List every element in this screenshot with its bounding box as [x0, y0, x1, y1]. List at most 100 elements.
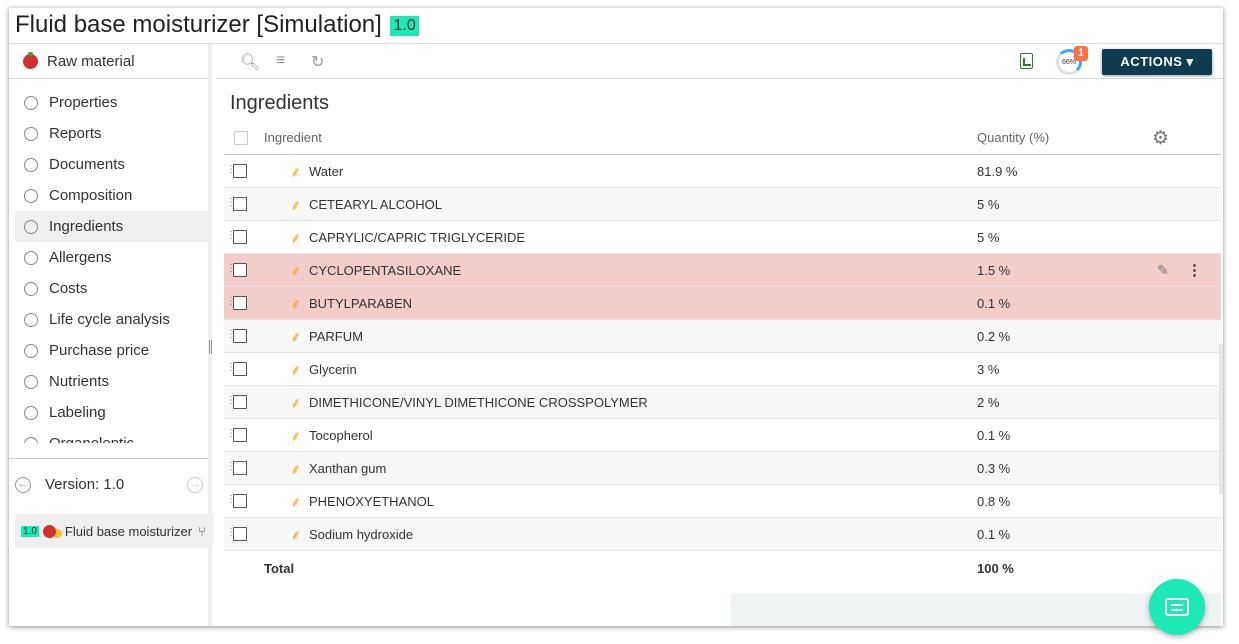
sidebar-item-properties[interactable]: Properties — [15, 87, 210, 118]
background-decoration — [731, 593, 1221, 626]
table-row[interactable]: ⋮ ⸙ Water 81.9 % — [224, 155, 1221, 188]
radio-icon — [24, 126, 38, 141]
refresh-icon[interactable]: ↻ — [311, 52, 324, 72]
table-row[interactable]: ⋮ ⸙ DIMETHICONE/VINYL DIMETHICONE CROSSPOL… — [224, 386, 1221, 419]
ingredient-name: Water — [309, 164, 344, 179]
notification-badge: 1 — [1074, 46, 1088, 61]
version-label: Version: 1.0 — [45, 476, 125, 493]
ingredient-icon: ⸙ — [290, 395, 302, 412]
ingredient-name: CYCLOPENTASILOXANE — [309, 263, 462, 278]
sidebar-resize-handle[interactable] — [209, 340, 212, 354]
sidebar-item-label: Documents — [49, 156, 125, 173]
chat-button[interactable] — [1149, 579, 1205, 635]
add-list-icon[interactable]: ≡ — [276, 52, 285, 70]
actions-button[interactable]: ACTIONS ▾ — [1102, 49, 1212, 75]
column-header-quantity[interactable]: Quantity (%) — [977, 130, 1049, 145]
ingredient-name: Xanthan gum — [309, 461, 387, 476]
ingredient-name: BUTYLPARABEN — [309, 296, 413, 311]
radio-icon — [24, 95, 38, 110]
product-tree-item[interactable]: 1.0 Fluid base moisturizer ⑂ — [15, 514, 213, 548]
ingredient-quantity: 0.3 % — [977, 461, 1011, 476]
table-row[interactable]: ⋮ ⸙ Xanthan gum 0.3 % — [224, 452, 1221, 485]
row-checkbox[interactable] — [233, 296, 247, 310]
column-header-ingredient[interactable]: Ingredient — [264, 130, 322, 145]
sidebar-item-reports[interactable]: Reports — [15, 118, 210, 149]
sidebar-item-documents[interactable]: Documents — [15, 149, 210, 180]
ingredient-quantity: 81.9 % — [977, 164, 1018, 179]
sidebar-header[interactable]: Raw material — [9, 44, 208, 79]
toolbar: 🔍︎ ≡ ↻ 66% 1 ACTIONS ▾ — [216, 44, 1223, 79]
table-row[interactable]: ⋮ ⸙ PARFUM 0.2 % — [224, 320, 1221, 353]
edit-icon[interactable]: ✎ — [1157, 262, 1169, 279]
ingredient-quantity: 0.1 % — [977, 527, 1011, 542]
radio-icon — [24, 343, 38, 358]
row-checkbox[interactable] — [233, 197, 247, 211]
row-checkbox[interactable] — [233, 230, 247, 244]
sidebar-item-composition[interactable]: Composition — [15, 180, 210, 211]
table-row[interactable]: ⋮ ⸙ BUTYLPARABEN 0.1 % — [224, 287, 1221, 320]
table-row[interactable]: ⋮ ⸙ Glycerin 3 % — [224, 353, 1221, 386]
sidebar-item-ingredients[interactable]: Ingredients — [15, 211, 210, 242]
sidebar-item-labeling[interactable]: Labeling — [15, 397, 210, 428]
sidebar-item-nutrients[interactable]: Nutrients — [15, 366, 210, 397]
ingredient-name: Glycerin — [309, 362, 357, 377]
ingredient-icon: ⸙ — [290, 494, 302, 511]
scrollbar[interactable] — [1219, 344, 1223, 494]
excel-export-icon[interactable] — [1020, 53, 1033, 69]
sidebar-item-label: Labeling — [49, 404, 106, 421]
radio-icon — [24, 281, 38, 296]
table-row[interactable]: ⋮ ⸙ PHENOXYETHANOL 0.8 % — [224, 485, 1221, 518]
ingredients-table: Ingredient Quantity (%) ⚙ ⋮ ⸙ Water 81.9 % ⋮… — [224, 121, 1221, 584]
sidebar-item-label: Ingredients — [49, 218, 124, 235]
select-all-checkbox[interactable] — [234, 130, 248, 145]
product-version-badge: 1.0 — [21, 525, 39, 537]
ingredient-icon: ⸙ — [290, 197, 302, 214]
row-checkbox[interactable] — [233, 428, 247, 442]
more-options-icon[interactable]: ⋮ — [1187, 261, 1202, 279]
branch-icon[interactable]: ⑂ — [198, 524, 206, 539]
table-row[interactable]: ⋮ ⸙ CETEARYL ALCOHOL 5 % — [224, 188, 1221, 221]
sidebar-item-organoleptic[interactable]: Organoleptic — [15, 428, 210, 443]
ingredient-icon: ⸙ — [290, 296, 302, 313]
row-checkbox[interactable] — [233, 461, 247, 475]
chat-icon — [1165, 598, 1189, 616]
sidebar: Raw material Properties Reports Documents C… — [9, 44, 213, 626]
sidebar-item-allergens[interactable]: Allergens — [15, 242, 210, 273]
row-checkbox[interactable] — [233, 164, 247, 178]
row-checkbox[interactable] — [233, 362, 247, 376]
ingredient-icon: ⸙ — [290, 362, 302, 379]
app-window: Fluid base moisturizer [Simulation] 1.0 … — [9, 8, 1223, 635]
product-name: Fluid base moisturizer — [64, 523, 193, 539]
row-checkbox[interactable] — [233, 329, 247, 343]
previous-version-icon[interactable]: ← — [15, 476, 31, 493]
ingredient-icon: ⸙ — [290, 527, 302, 544]
row-checkbox[interactable] — [233, 263, 247, 277]
next-version-icon[interactable]: → — [187, 476, 203, 493]
sidebar-item-label: Life cycle analysis — [49, 311, 170, 328]
ingredient-quantity: 0.8 % — [977, 494, 1011, 509]
total-quantity: 100 % — [977, 561, 1014, 576]
table-body: ⋮ ⸙ Water 81.9 % ⋮ ⸙ CETEARYL ALCOHOL 5 % ⋮ ⸙ CAPR… — [224, 155, 1221, 551]
tomato-icon — [23, 51, 38, 69]
table-row[interactable]: ⋮ ⸙ CAPRYLIC/CAPRIC TRIGLYCERIDE 5 % — [224, 221, 1221, 254]
row-checkbox[interactable] — [233, 527, 247, 541]
row-checkbox[interactable] — [233, 395, 247, 409]
table-row[interactable]: ⋮ ⸙ Sodium hydroxide 0.1 % — [224, 518, 1221, 551]
search-icon[interactable]: 🔍︎ — [240, 52, 260, 72]
section-title: Ingredients — [230, 92, 329, 114]
sidebar-item-costs[interactable]: Costs — [15, 273, 210, 304]
sidebar-item-life-cycle-analysis[interactable]: Life cycle analysis — [15, 304, 210, 335]
ingredient-icon: ⸙ — [290, 263, 302, 280]
sidebar-item-purchase-price[interactable]: Purchase price — [15, 335, 210, 366]
page-title: Fluid base moisturizer [Simulation] 1.0 — [15, 11, 419, 39]
title-bar: Fluid base moisturizer [Simulation] 1.0 — [9, 8, 1223, 44]
radio-icon — [24, 250, 38, 265]
gear-icon[interactable]: ⚙ — [1152, 127, 1169, 150]
table-row[interactable]: ⋮ ⸙ CYCLOPENTASILOXANE 1.5 % ✎ ⋮ — [224, 254, 1221, 287]
radio-icon — [24, 436, 38, 443]
ingredient-icon: ⸙ — [290, 461, 302, 478]
tomato-icon — [42, 524, 56, 538]
table-row[interactable]: ⋮ ⸙ Tocopherol 0.1 % — [224, 419, 1221, 452]
table-header: Ingredient Quantity (%) ⚙ — [224, 121, 1221, 155]
row-checkbox[interactable] — [233, 494, 247, 508]
